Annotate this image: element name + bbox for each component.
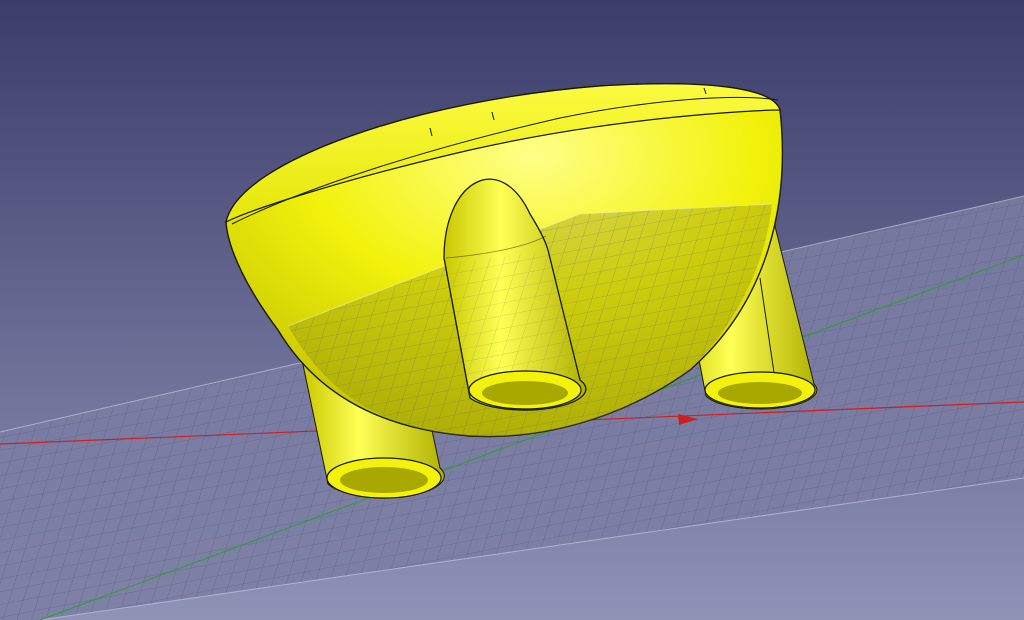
3d-scene[interactable] [0,0,1024,620]
3d-viewport[interactable] [0,0,1024,620]
